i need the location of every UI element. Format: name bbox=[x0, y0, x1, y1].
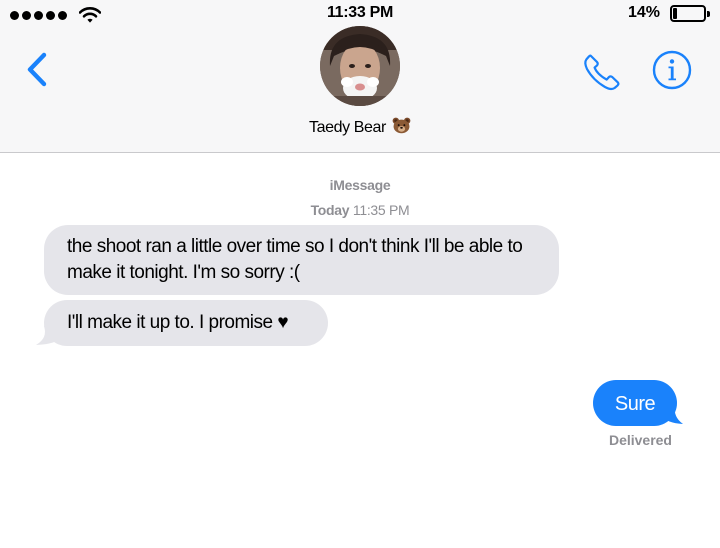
info-button[interactable] bbox=[652, 50, 692, 90]
phone-icon bbox=[584, 54, 620, 91]
outgoing-bubble-tail bbox=[661, 405, 683, 424]
bear-face-emoji bbox=[392, 117, 411, 134]
avatar-photo bbox=[320, 26, 400, 106]
delivery-status: Delivered bbox=[608, 432, 672, 448]
service-label: iMessage bbox=[329, 177, 391, 193]
incoming-bubble-tail bbox=[36, 326, 62, 345]
battery-icon bbox=[670, 5, 710, 22]
battery-percent: 14% bbox=[627, 4, 660, 21]
status-time: 11:33 PM bbox=[326, 4, 394, 21]
conversation-timestamp: Today 11:35 PM bbox=[0, 202, 720, 218]
contact-name[interactable]: Taedy Bear bbox=[0, 117, 720, 137]
contact-name-text: Taedy Bear bbox=[309, 119, 386, 136]
conversation-header: 11:33 PM 14% Taedy Bear bbox=[0, 0, 720, 153]
timestamp-time: 11:35 PM bbox=[352, 202, 410, 218]
timestamp-day: Today bbox=[310, 202, 350, 218]
info-icon bbox=[652, 50, 692, 90]
incoming-message-bubble[interactable]: the shoot ran a little over time so I do… bbox=[44, 225, 559, 295]
chevron-left-icon bbox=[27, 52, 47, 87]
call-button[interactable] bbox=[582, 52, 622, 92]
incoming-message-bubble[interactable]: I'll make it up to. I promise ♥ bbox=[44, 300, 328, 346]
contact-avatar[interactable] bbox=[320, 26, 400, 106]
back-button[interactable] bbox=[22, 48, 52, 92]
